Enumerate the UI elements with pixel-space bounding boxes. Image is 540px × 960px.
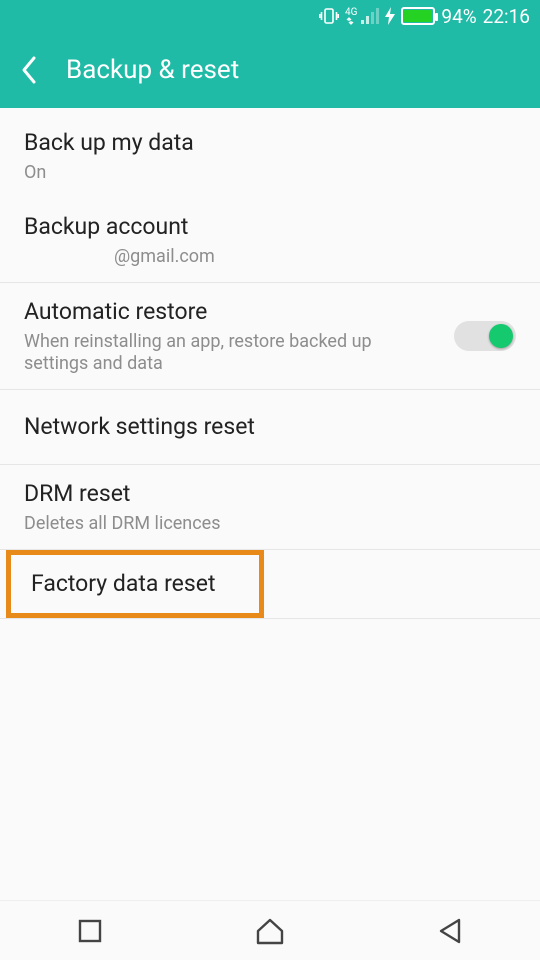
recents-button[interactable] [30,906,150,956]
back-button[interactable] [14,50,44,90]
row-subtitle: On [24,162,516,184]
settings-list: Back up my data On Backup account @gmail… [0,108,540,900]
row-title: Automatic restore [24,297,404,327]
row-title: Backup account [24,212,516,242]
row-subtitle: When reinstalling an app, restore backed… [24,331,404,375]
row-title: Back up my data [24,128,516,158]
home-button[interactable] [210,906,330,956]
page-title: Backup & reset [66,55,239,85]
row-subtitle: @gmail.com [24,246,516,268]
charging-icon [385,7,395,25]
row-title: DRM reset [24,479,516,509]
status-bar: 4G 94% 22:16 [0,0,540,32]
app-bar: Backup & reset [0,32,540,108]
row-title: Factory data reset [31,569,239,599]
signal-icon [361,8,379,24]
back-nav-button[interactable] [390,906,510,956]
navigation-bar [0,900,540,960]
factory-data-reset-row[interactable]: Factory data reset [0,550,540,619]
highlight-box: Factory data reset [6,550,264,618]
backup-account-row[interactable]: Backup account @gmail.com [0,198,540,283]
clock: 22:16 [483,5,530,28]
vibrate-icon [319,7,339,25]
automatic-restore-row[interactable]: Automatic restore When reinstalling an a… [0,283,540,390]
status-icons: 4G 94% 22:16 [319,5,530,28]
battery-icon [401,7,435,25]
battery-percentage: 94% [441,5,476,28]
row-subtitle: Deletes all DRM licences [24,513,516,535]
drm-reset-row[interactable]: DRM reset Deletes all DRM licences [0,465,540,550]
automatic-restore-toggle[interactable] [454,321,516,351]
row-title: Network settings reset [24,412,516,442]
backup-my-data-row[interactable]: Back up my data On [0,114,540,198]
network-settings-reset-row[interactable]: Network settings reset [0,390,540,465]
network-type-icon: 4G [345,8,357,25]
